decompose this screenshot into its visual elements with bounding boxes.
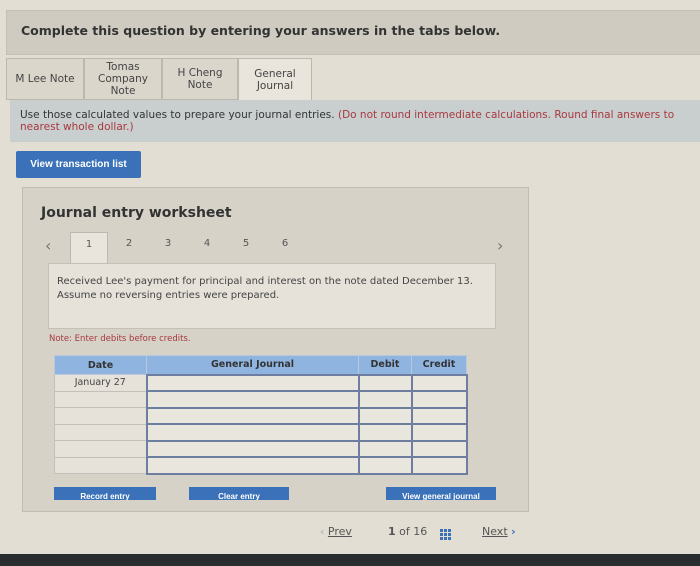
prev-link[interactable]: Prev: [328, 525, 352, 538]
journal-entry-table: Date General Journal Debit Credit Januar…: [54, 355, 468, 475]
step-label: 2: [125, 238, 133, 249]
credit-input[interactable]: [410, 406, 468, 425]
prev-button[interactable]: ‹ Prev: [320, 525, 352, 538]
account-input[interactable]: [145, 423, 360, 442]
step-label: 1: [85, 239, 93, 250]
step-navigation: ‹ 1 2 3 4 5 6 ›: [23, 232, 530, 264]
step-label: 3: [164, 238, 172, 249]
view-general-journal-button[interactable]: View general journal: [386, 487, 496, 500]
account-input[interactable]: [145, 406, 360, 425]
transaction-description: Received Lee's payment for principal and…: [48, 263, 496, 329]
debit-input[interactable]: [357, 373, 413, 392]
debit-input[interactable]: [357, 439, 413, 458]
step-label: 6: [281, 238, 289, 249]
date-cell: [54, 423, 147, 441]
tab-label: M Lee Note: [15, 73, 75, 85]
header-date: Date: [54, 355, 147, 375]
table-row: [54, 406, 468, 425]
clear-entry-button[interactable]: Clear entry: [189, 487, 289, 500]
of-label: of: [399, 525, 410, 538]
step-tab-4[interactable]: 4: [188, 232, 226, 260]
credit-input[interactable]: [410, 439, 468, 458]
account-input[interactable]: [145, 373, 360, 392]
header-debit: Debit: [358, 355, 412, 375]
banner-text: Complete this question by entering your …: [21, 23, 501, 38]
date-cell: [54, 440, 147, 458]
chevron-left-icon[interactable]: ‹: [45, 236, 51, 255]
screen-bezel: [0, 554, 700, 566]
chevron-right-icon: ›: [511, 525, 516, 538]
step-label: 5: [242, 238, 250, 249]
instruction-banner: Complete this question by entering your …: [6, 10, 700, 55]
step-tab-2[interactable]: 2: [110, 232, 148, 260]
table-row: [54, 439, 468, 458]
next-button[interactable]: Next ›: [482, 525, 516, 538]
debit-input[interactable]: [357, 406, 413, 425]
debits-note: Note: Enter debits before credits.: [49, 334, 191, 344]
view-transaction-list-button[interactable]: View transaction list: [16, 151, 141, 178]
account-input[interactable]: [145, 439, 360, 458]
date-cell: [54, 390, 147, 408]
chevron-right-icon[interactable]: ›: [497, 236, 503, 255]
table-row: January 27: [54, 373, 468, 392]
credit-input[interactable]: [410, 390, 468, 409]
step-tab-3[interactable]: 3: [149, 232, 187, 260]
step-tab-5[interactable]: 5: [227, 232, 265, 260]
instruction-box: Use those calculated values to prepare y…: [10, 100, 700, 142]
table-row: [54, 423, 468, 442]
table-row: [54, 390, 468, 409]
credit-input[interactable]: [410, 423, 468, 442]
debit-input[interactable]: [357, 423, 413, 442]
chevron-left-icon: ‹: [320, 525, 325, 538]
tab-label: General Journal: [254, 68, 296, 92]
date-cell: [54, 456, 147, 474]
grid-icon[interactable]: [440, 527, 451, 540]
step-label: 4: [203, 238, 211, 249]
description-text: Received Lee's payment for principal and…: [57, 276, 473, 301]
credit-input[interactable]: [410, 456, 468, 475]
tab-general-journal[interactable]: General Journal: [238, 58, 312, 102]
debit-input[interactable]: [357, 390, 413, 409]
instruction-text: Use those calculated values to prepare y…: [20, 109, 335, 121]
credit-input[interactable]: [410, 373, 468, 392]
header-credit: Credit: [411, 355, 467, 375]
next-link[interactable]: Next: [482, 525, 508, 538]
journal-entry-worksheet: Journal entry worksheet ‹ 1 2 3 4 5 6 › …: [22, 187, 529, 512]
date-cell: [54, 407, 147, 425]
tab-label: H Cheng Note: [177, 67, 223, 91]
question-tabs: M Lee Note Tomas Company Note H Cheng No…: [6, 58, 312, 102]
tab-tomas-company-note[interactable]: Tomas Company Note: [84, 58, 162, 100]
tab-label: Tomas Company Note: [98, 61, 148, 97]
tab-h-cheng-note[interactable]: H Cheng Note: [162, 58, 238, 100]
worksheet-title: Journal entry worksheet: [41, 205, 232, 221]
total-pages: 16: [413, 525, 428, 538]
account-input[interactable]: [145, 456, 360, 475]
date-cell: January 27: [54, 374, 147, 392]
tab-m-lee-note[interactable]: M Lee Note: [6, 58, 84, 100]
account-input[interactable]: [145, 390, 360, 409]
record-entry-button[interactable]: Record entry: [54, 487, 156, 500]
step-tab-6[interactable]: 6: [266, 232, 304, 260]
page-indicator: 1 of 16: [388, 525, 427, 538]
current-page: 1: [388, 525, 396, 538]
table-row: [54, 456, 468, 475]
debit-input[interactable]: [357, 456, 413, 475]
step-tab-1[interactable]: 1: [70, 232, 108, 264]
header-general-journal: General Journal: [146, 355, 359, 375]
